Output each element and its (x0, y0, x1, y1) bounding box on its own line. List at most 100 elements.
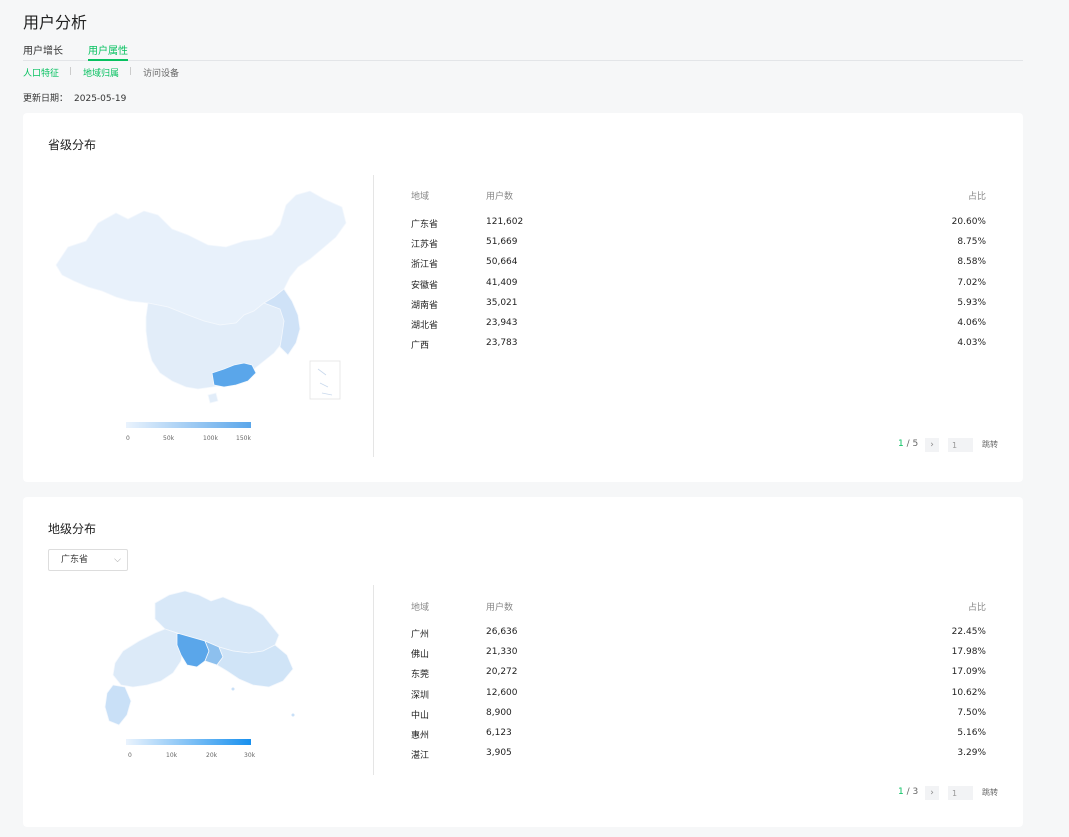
cell-ratio: 22.45% (951, 627, 986, 637)
table-row: 浙江省 50,664 8.58% (411, 257, 986, 277)
page-current: 1 (898, 787, 904, 797)
cell-users: 121,602 (486, 217, 524, 227)
map-island (291, 713, 295, 717)
next-page-button[interactable]: › (925, 786, 939, 800)
province-card-title: 省级分布 (48, 138, 97, 152)
table-row: 佛山 21,330 17.98% (411, 647, 986, 667)
cell-users: 8,900 (486, 707, 512, 718)
cell-ratio: 7.02% (957, 277, 986, 288)
update-date: 更新日期： 2025-05-19 (23, 91, 126, 104)
cell-ratio: 20.60% (951, 217, 986, 227)
cell-ratio: 5.16% (957, 727, 986, 738)
cell-region: 中山 (411, 710, 430, 721)
header-users: 用户数 (486, 192, 514, 202)
cell-region: 浙江省 (411, 260, 439, 271)
province-legend-tick: 150k (236, 435, 251, 442)
china-map[interactable] (48, 175, 348, 435)
map-region-leizhou[interactable] (104, 684, 132, 726)
cell-ratio: 3.29% (957, 748, 986, 759)
cell-users: 23,943 (486, 317, 518, 328)
chevron-right-icon: › (930, 440, 934, 450)
page-jump-input[interactable] (948, 786, 973, 800)
subtab-divider (130, 67, 131, 75)
cell-region: 安徽省 (411, 280, 439, 291)
subtab-devices[interactable]: 访问设备 (143, 66, 179, 79)
cell-ratio: 8.75% (957, 237, 986, 248)
cell-region: 广州 (411, 630, 430, 640)
city-legend-tick: 20k (206, 752, 218, 759)
cell-region: 湖北省 (411, 320, 439, 331)
page-current: 1 (898, 439, 904, 449)
cell-region: 湖南省 (411, 300, 439, 311)
cell-users: 12,600 (486, 687, 518, 698)
page-jump-button[interactable]: 跳转 (982, 439, 998, 450)
table-row: 湛江 3,905 3.29% (411, 748, 986, 768)
cell-region: 东莞 (411, 670, 430, 681)
table-row: 安徽省 41,409 7.02% (411, 278, 986, 298)
china-map-svg (55, 190, 347, 404)
cell-ratio: 5.93% (957, 297, 986, 308)
table-row: 江苏省 51,669 8.75% (411, 237, 986, 257)
province-card: 省级分布 0 50k 100k 150k 地域 用户数 占比 广东省 121,60… (23, 113, 1023, 482)
page-total: / 3 (906, 787, 919, 797)
cell-region: 广西 (411, 341, 430, 352)
cell-ratio: 17.09% (951, 667, 986, 678)
main-tabs: 用户增长 用户属性 (23, 40, 1023, 61)
city-legend-bar (126, 739, 251, 745)
page-title: 用户分析 (23, 13, 88, 32)
city-table-header: 地域 用户数 占比 (411, 600, 986, 614)
cell-users: 20,272 (486, 667, 518, 678)
header-region: 地域 (411, 192, 430, 202)
map-region-hainan[interactable] (207, 392, 219, 404)
city-legend-tick: 10k (166, 752, 178, 759)
province-legend-tick: 0 (126, 435, 130, 442)
table-row: 广西 23,783 4.03% (411, 338, 986, 358)
page-jump-input[interactable] (948, 438, 973, 452)
header-ratio: 占比 (967, 192, 986, 202)
page-indicator: 1 / 3 (898, 787, 918, 797)
province-table-header: 地域 用户数 占比 (411, 189, 986, 203)
cell-users: 3,905 (486, 748, 512, 759)
next-page-button[interactable]: › (925, 438, 939, 452)
page-jump-button[interactable]: 跳转 (982, 787, 998, 798)
map-island (231, 687, 235, 691)
cell-users: 6,123 (486, 727, 512, 738)
chevron-right-icon: › (930, 788, 934, 798)
cell-users: 50,664 (486, 257, 518, 268)
province-table: 地域 用户数 占比 广东省 121,602 20.60% 江苏省 51,669 8.75… (411, 189, 986, 358)
map-region-west[interactable] (55, 190, 347, 326)
city-card-title: 地级分布 (48, 522, 97, 536)
guangdong-map[interactable] (93, 589, 303, 729)
subtab-region[interactable]: 地域归属 (83, 66, 119, 79)
chevron-down-icon: ⌵ (114, 555, 121, 565)
table-row: 惠州 6,123 5.16% (411, 728, 986, 748)
table-row: 湖北省 23,943 4.06% (411, 318, 986, 338)
cell-region: 广东省 (411, 220, 439, 230)
cell-ratio: 8.58% (957, 257, 986, 268)
tab-user-growth[interactable]: 用户增长 (23, 42, 63, 61)
map-region-west[interactable] (112, 628, 184, 688)
header-ratio: 占比 (967, 603, 986, 613)
cell-users: 26,636 (486, 627, 518, 637)
city-legend-labels: 0 10k 20k 30k (126, 752, 255, 760)
cell-ratio: 4.06% (957, 317, 986, 328)
table-row: 广东省 121,602 20.60% (411, 217, 986, 237)
province-legend-tick: 50k (163, 435, 175, 442)
province-legend-labels: 0 50k 100k 150k (126, 435, 251, 443)
header-users: 用户数 (486, 603, 514, 613)
header-region: 地域 (411, 603, 430, 613)
city-card: 地级分布 广东省 ⌵ 0 10k 20k 30k 地域 用户数 占比 广州 26,… (23, 497, 1023, 827)
cell-ratio: 7.50% (957, 707, 986, 718)
city-table: 地域 用户数 占比 广州 26,636 22.45% 佛山 21,330 17.98% … (411, 600, 986, 768)
province-select[interactable]: 广东省 ⌵ (48, 549, 128, 571)
table-row: 深圳 12,600 10.62% (411, 688, 986, 708)
cell-ratio: 4.03% (957, 338, 986, 349)
province-legend-tick: 100k (203, 435, 218, 442)
cell-users: 35,021 (486, 297, 518, 308)
tab-user-attributes[interactable]: 用户属性 (88, 42, 128, 61)
update-date-label: 更新日期： (23, 94, 69, 104)
city-legend-tick: 0 (128, 752, 132, 759)
cell-users: 23,783 (486, 338, 518, 349)
subtab-demographics[interactable]: 人口特征 (23, 66, 59, 79)
update-date-value: 2025-05-19 (74, 94, 127, 104)
